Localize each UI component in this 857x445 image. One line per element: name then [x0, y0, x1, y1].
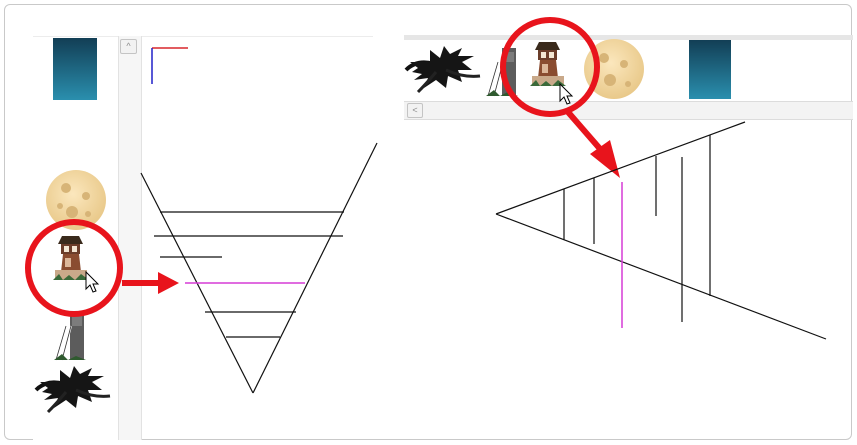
left-cursor-icon	[85, 271, 99, 293]
left-stack-diagram	[140, 142, 378, 394]
left-thumb-gradient-swatch-icon[interactable]	[53, 38, 97, 100]
left-thumb-palm-tree-icon[interactable]	[34, 364, 112, 414]
current-frame-indicator	[151, 47, 188, 84]
right-red-arrow-icon	[565, 110, 620, 178]
left-thumb-ladder-icon[interactable]	[53, 311, 87, 361]
left-red-arrow-icon	[122, 272, 179, 294]
illustration-layer	[25, 17, 827, 414]
right-thumb-gradient-swatch-icon[interactable]	[689, 40, 731, 99]
right-thumb-palm-tree-icon[interactable]	[404, 44, 482, 94]
right-stack-diagram	[495, 121, 827, 340]
right-thumb-tower-icon[interactable]	[530, 42, 566, 86]
right-cursor-icon	[559, 83, 573, 105]
left-thumb-tower-icon[interactable]	[53, 236, 89, 280]
